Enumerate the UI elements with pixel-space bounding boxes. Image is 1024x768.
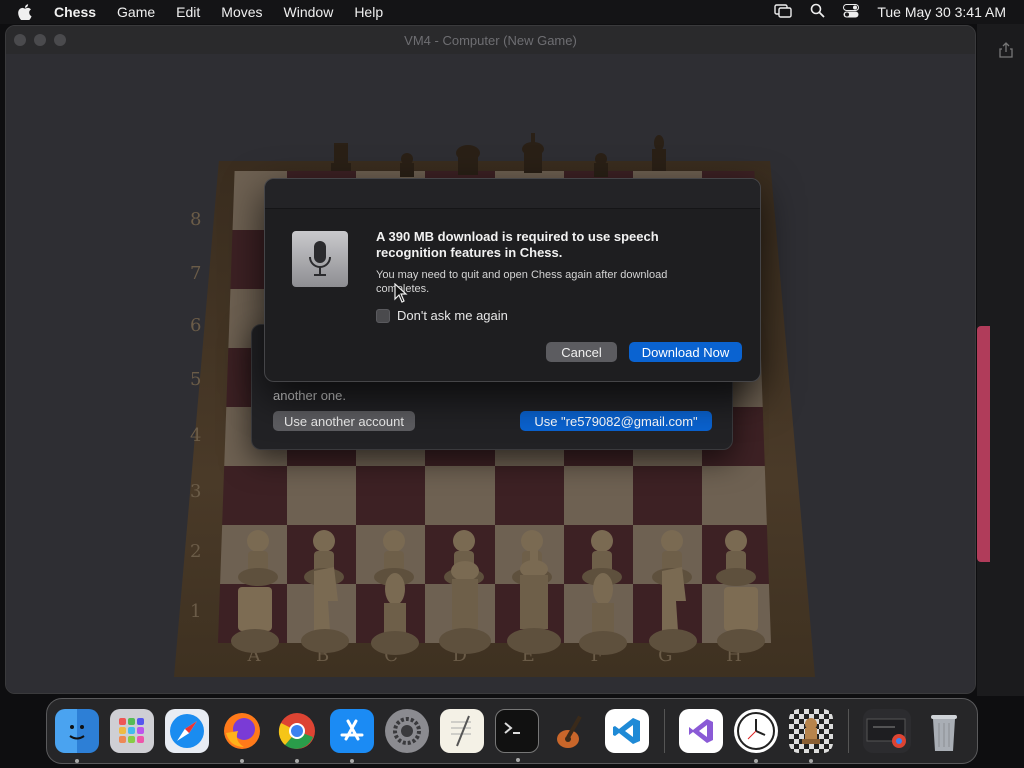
window-titlebar: VM4 - Computer (New Game) — [6, 26, 975, 54]
microphone-icon — [292, 231, 348, 287]
white-rook-piece[interactable] — [716, 581, 766, 661]
white-knight-piece[interactable] — [648, 561, 698, 661]
menu-bar: Chess Game Edit Moves Window Help Tue Ma… — [0, 0, 1024, 24]
cancel-button[interactable]: Cancel — [546, 342, 617, 362]
white-king-piece[interactable] — [506, 547, 562, 661]
textedit-icon[interactable] — [440, 709, 484, 753]
black-king-piece[interactable] — [516, 133, 550, 177]
launchpad-icon[interactable] — [110, 709, 154, 753]
board-square[interactable] — [494, 466, 564, 525]
running-indicator — [809, 759, 813, 763]
alert-header — [265, 179, 760, 209]
share-icon — [999, 42, 1013, 63]
dock — [46, 698, 978, 764]
menu-window[interactable]: Window — [284, 4, 334, 20]
rank-label: 6 — [190, 315, 202, 336]
use-email-account-button[interactable]: Use "re579082@gmail.com" — [520, 411, 712, 431]
use-another-account-button[interactable]: Use another account — [273, 411, 415, 431]
clock-icon[interactable] — [734, 709, 778, 763]
white-knight-piece[interactable] — [300, 561, 350, 661]
rank-label: 8 — [190, 209, 202, 230]
traffic-lights — [14, 34, 66, 46]
speech-download-alert: A 390 MB download is required to use spe… — [264, 178, 761, 382]
window-title[interactable]: VM4 - Computer (New Game) — [404, 33, 577, 48]
white-bishop-piece[interactable] — [578, 571, 628, 661]
safari-icon[interactable] — [165, 709, 209, 753]
running-indicator — [240, 759, 244, 763]
dont-ask-again-checkbox[interactable]: Don't ask me again — [376, 308, 508, 323]
board-square[interactable] — [563, 466, 633, 525]
app-store-icon[interactable] — [330, 709, 374, 763]
white-queen-piece[interactable] — [438, 557, 492, 661]
board-square[interactable] — [218, 466, 288, 525]
board-square[interactable] — [632, 466, 702, 525]
rank-label: 4 — [190, 425, 202, 446]
checkbox-label: Don't ask me again — [397, 308, 508, 323]
black-pawn-piece[interactable] — [586, 149, 616, 179]
rank-labels: 8 7 6 5 4 3 2 1 — [184, 201, 214, 641]
background-window-edge — [977, 24, 1024, 696]
background-window-accent — [977, 326, 990, 562]
menu-help[interactable]: Help — [354, 4, 383, 20]
black-bishop-piece[interactable] — [644, 133, 674, 177]
rank-label: 1 — [190, 601, 202, 622]
system-settings-icon[interactable] — [385, 709, 429, 753]
chrome-icon[interactable] — [275, 709, 319, 763]
garageband-icon[interactable] — [550, 709, 594, 753]
menu-game[interactable]: Game — [117, 4, 155, 20]
board-square[interactable] — [425, 466, 495, 525]
menu-moves[interactable]: Moves — [221, 4, 262, 20]
firefox-icon[interactable] — [220, 709, 264, 763]
running-indicator — [350, 759, 354, 763]
alert-body: You may need to quit and open Chess agai… — [376, 269, 668, 295]
running-indicator — [295, 759, 299, 763]
running-indicator — [516, 758, 520, 762]
apple-menu-icon[interactable] — [18, 4, 36, 20]
board-square[interactable] — [701, 466, 771, 525]
close-window-button[interactable] — [14, 34, 26, 46]
downloads-stack-icon[interactable] — [863, 709, 911, 753]
menubar-clock[interactable]: Tue May 30 3:41 AM — [877, 4, 1006, 20]
rank-label: 7 — [190, 263, 202, 284]
board-square[interactable] — [356, 466, 426, 525]
running-indicator — [75, 759, 79, 763]
alert-headline: A 390 MB download is required to use spe… — [376, 229, 659, 260]
white-rook-piece[interactable] — [230, 581, 280, 661]
dock-separator — [848, 709, 849, 753]
checkbox-box[interactable] — [376, 308, 390, 323]
mouse-cursor-icon — [394, 283, 408, 303]
vscode-icon[interactable] — [605, 709, 649, 753]
visual-studio-icon[interactable] — [679, 709, 723, 753]
menu-app-chess[interactable]: Chess — [54, 4, 96, 20]
white-bishop-piece[interactable] — [370, 571, 420, 661]
black-queen-piece[interactable] — [450, 139, 486, 179]
minimize-window-button[interactable] — [34, 34, 46, 46]
rank-label: 3 — [190, 481, 202, 502]
menu-edit[interactable]: Edit — [176, 4, 200, 20]
black-rook-piece[interactable] — [326, 133, 356, 173]
board-area: 8 7 6 5 4 3 2 1 A B C D E F G H another … — [6, 54, 975, 693]
black-pawn-piece[interactable] — [392, 149, 422, 179]
account-dialog-text: another one. — [273, 388, 347, 403]
trash-icon[interactable] — [922, 709, 966, 753]
board-square[interactable] — [287, 466, 357, 525]
screen-mirroring-icon[interactable] — [774, 3, 793, 21]
chess-app-icon[interactable] — [789, 709, 833, 763]
finder-icon[interactable] — [55, 709, 99, 763]
download-now-button[interactable]: Download Now — [629, 342, 742, 362]
terminal-icon[interactable] — [495, 709, 539, 762]
control-center-icon[interactable] — [843, 3, 860, 21]
chess-window: VM4 - Computer (New Game) 8 7 6 5 4 3 2 … — [5, 25, 976, 694]
rank-label: 2 — [190, 541, 202, 562]
dock-separator — [664, 709, 665, 753]
rank-label: 5 — [190, 369, 202, 390]
zoom-window-button[interactable] — [54, 34, 66, 46]
running-indicator — [754, 759, 758, 763]
spotlight-search-icon[interactable] — [810, 3, 825, 21]
